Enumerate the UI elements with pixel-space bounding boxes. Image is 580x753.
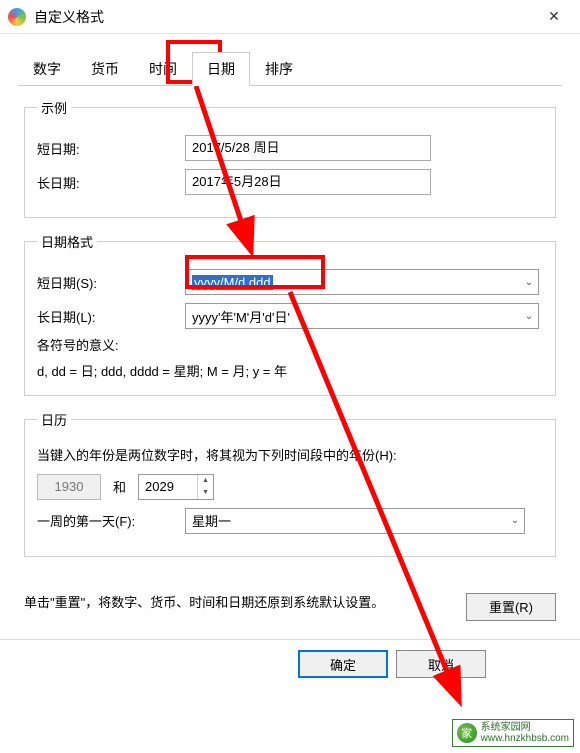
tab-date[interactable]: 日期 [192, 52, 250, 86]
tab-bar: 数字 货币 时间 日期 排序 [0, 34, 580, 86]
long-date-example-label: 长日期: [37, 173, 185, 192]
tab-sort[interactable]: 排序 [250, 52, 308, 86]
calendar-group: 日历 当键入的年份是两位数字时，将其视为下列时间段中的年份(H): 1930 和… [24, 410, 556, 556]
dialog-button-row: 确定 取消 [0, 639, 580, 689]
example-legend: 示例 [37, 98, 71, 117]
tab-currency[interactable]: 货币 [76, 52, 134, 86]
chevron-down-icon: ⌄ [506, 515, 524, 526]
close-icon: ✕ [548, 8, 560, 25]
two-digit-year-label: 当键入的年份是两位数字时，将其视为下列时间段中的年份(H): [37, 447, 543, 465]
spinner-down-icon[interactable]: ▼ [198, 487, 213, 499]
ok-button[interactable]: 确定 [298, 650, 388, 678]
reset-description: 单击"重置"，将数字、货币、时间和日期还原到系统默认设置。 [24, 593, 466, 613]
reset-button[interactable]: 重置(R) [466, 593, 556, 621]
long-date-format-label: 长日期(L): [37, 307, 185, 326]
reset-area: 单击"重置"，将数字、货币、时间和日期还原到系统默认设置。 重置(R) [0, 593, 580, 621]
symbols-meaning-label: 各符号的意义: [37, 337, 543, 355]
long-date-example-value: 2017年5月28日 [185, 169, 431, 195]
short-date-format-value: yyyy/M/d ddd [186, 275, 520, 290]
spinner-up-icon[interactable]: ▲ [198, 475, 213, 487]
short-date-format-label: 短日期(S): [37, 273, 185, 292]
title-bar: 自定义格式 ✕ [0, 0, 580, 34]
short-date-example-label: 短日期: [37, 139, 185, 158]
tab-time[interactable]: 时间 [134, 52, 192, 86]
long-date-format-value: yyyy'年'M'月'd'日' [186, 307, 520, 326]
and-label: 和 [113, 477, 126, 496]
symbols-meaning-text: d, dd = 日; ddd, dddd = 星期; M = 月; y = 年 [37, 363, 543, 381]
year-to-spinner[interactable]: 2029 ▲ ▼ [138, 474, 214, 500]
window-title: 自定义格式 [34, 7, 536, 27]
short-date-example-value: 2017/5/28 周日 [185, 135, 431, 161]
first-day-combo[interactable]: 星期一 ⌄ [185, 508, 525, 534]
long-date-format-combo[interactable]: yyyy'年'M'月'd'日' ⌄ [185, 303, 539, 329]
short-date-format-combo[interactable]: yyyy/M/d ddd ⌄ [185, 269, 539, 295]
tab-number[interactable]: 数字 [18, 52, 76, 86]
watermark-name: 系统家园网 [481, 722, 569, 733]
cancel-button[interactable]: 取消 [396, 650, 486, 678]
close-button[interactable]: ✕ [536, 3, 572, 31]
year-from-input: 1930 [37, 474, 101, 500]
watermark-logo-icon: 家 [457, 723, 477, 743]
date-format-legend: 日期格式 [37, 232, 97, 251]
watermark: 家 系统家园网 www.hnzkhbsb.com [452, 719, 574, 747]
chevron-down-icon: ⌄ [520, 311, 538, 322]
first-day-label: 一周的第一天(F): [37, 511, 185, 530]
chevron-down-icon: ⌄ [520, 277, 538, 288]
tab-content: 示例 短日期: 2017/5/28 周日 长日期: 2017年5月28日 日期格… [0, 86, 580, 557]
first-day-value: 星期一 [186, 511, 506, 530]
watermark-url: www.hnzkhbsb.com [481, 733, 569, 744]
globe-icon [8, 8, 26, 26]
year-to-value: 2029 [139, 475, 197, 499]
calendar-legend: 日历 [37, 410, 71, 429]
date-format-group: 日期格式 短日期(S): yyyy/M/d ddd ⌄ 长日期(L): yyyy… [24, 232, 556, 396]
example-group: 示例 短日期: 2017/5/28 周日 长日期: 2017年5月28日 [24, 98, 556, 218]
